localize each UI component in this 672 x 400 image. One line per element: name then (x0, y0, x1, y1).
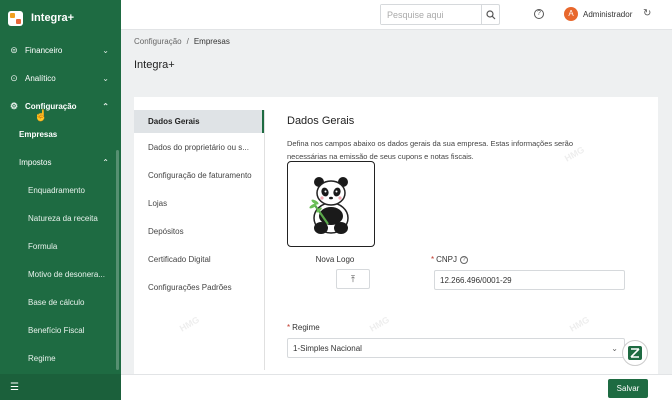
search-icon (485, 9, 495, 19)
breadcrumb: Configuração / Empresas (134, 37, 230, 46)
dollar-circle-icon: ⊜ (10, 44, 18, 55)
search-input[interactable] (381, 5, 481, 24)
regime-label-text: Regime (292, 323, 320, 332)
floating-assistant-button[interactable] (622, 340, 648, 366)
sidebar: Integra+ ⊜ Financeiro ⌄ ⊙ Analítico ⌄ ⚙ … (0, 0, 121, 400)
tab-configuracoes-padroes[interactable]: Configurações Padrões (134, 273, 264, 301)
cnpj-label-text: CNPJ (436, 255, 458, 264)
info-icon[interactable]: ? (460, 255, 469, 264)
chevron-up-icon: ⌃ (102, 101, 109, 111)
panda-logo-icon (309, 177, 349, 234)
tab-dados-proprietario[interactable]: Dados do proprietário ou s... (134, 133, 264, 161)
menu-collapse-button[interactable]: ☰ (0, 374, 121, 400)
tab-certificado-digital[interactable]: Certificado Digital (134, 245, 264, 273)
help-icon[interactable]: ? (534, 9, 544, 19)
panel-title: Dados Gerais (287, 115, 355, 127)
breadcrumb-parent[interactable]: Configuração (134, 37, 182, 46)
app-name: Integra+ (31, 12, 75, 24)
regime-label: * Regime (287, 323, 320, 332)
company-card: Dados Gerais Dados do proprietário ou s.… (134, 97, 658, 377)
upload-logo-button[interactable]: ⤒ (336, 269, 370, 289)
sidebar-item-configuracao[interactable]: ⚙ Configuração ⌃ (0, 92, 121, 120)
chevron-down-icon: ⌄ (102, 45, 109, 55)
sidebar-scrollbar[interactable] (116, 150, 119, 370)
regime-select[interactable]: 1-Simples Nacional ⌄ (287, 338, 625, 358)
menu-collapse-icon: ☰ (10, 381, 19, 393)
sidebar-item-natureza-receita[interactable]: Natureza da receita (0, 204, 121, 232)
sidebar-item-label: Analítico (25, 73, 56, 83)
avatar[interactable]: A (564, 7, 578, 21)
sidebar-nav: ⊜ Financeiro ⌄ ⊙ Analítico ⌄ ⚙ Configura… (0, 36, 121, 372)
settings-tabs: Dados Gerais Dados do proprietário ou s.… (134, 110, 264, 301)
sidebar-item-enquadramento[interactable]: Enquadramento (0, 176, 121, 204)
sidebar-item-regime[interactable]: Regime (0, 344, 121, 372)
tab-divider (264, 110, 265, 370)
sidebar-item-label: Financeiro (25, 45, 63, 55)
user-name[interactable]: Administrador (583, 10, 632, 19)
assistant-icon (628, 346, 642, 360)
sidebar-item-analitico[interactable]: ⊙ Analítico ⌄ (0, 64, 121, 92)
hand-cursor-icon: ☝ (34, 110, 48, 122)
required-mark: * (287, 323, 291, 332)
regime-value: 1-Simples Nacional (293, 343, 362, 353)
tab-lojas[interactable]: Lojas (134, 189, 264, 217)
tab-configuracao-faturamento[interactable]: Configuração de faturamento (134, 161, 264, 189)
sidebar-item-impostos[interactable]: Impostos ⌃ (0, 148, 121, 176)
search-box (380, 4, 500, 25)
bottom-bar: Salvar (121, 374, 672, 400)
cnpj-field[interactable]: 12.266.496/0001-29 (434, 270, 625, 290)
sidebar-item-formula[interactable]: Formula (0, 232, 121, 260)
analytics-icon: ⊙ (10, 72, 18, 83)
tab-dados-gerais[interactable]: Dados Gerais (134, 110, 264, 133)
general-data-panel: Dados Gerais Defina nos campos abaixo os… (287, 115, 647, 163)
sidebar-item-label: Impostos (19, 157, 52, 167)
search-button[interactable] (481, 5, 499, 24)
breadcrumb-separator: / (186, 37, 189, 46)
page-title: Integra+ (134, 59, 175, 71)
panel-description: Defina nos campos abaixo os dados gerais… (287, 139, 573, 161)
cnpj-label: * CNPJ? (431, 255, 469, 264)
required-mark: * (431, 255, 435, 264)
chevron-up-icon: ⌃ (102, 157, 109, 167)
sidebar-item-financeiro[interactable]: ⊜ Financeiro ⌄ (0, 36, 121, 64)
chevron-down-icon: ⌄ (611, 343, 618, 353)
company-logo[interactable] (287, 161, 375, 247)
sidebar-item-motivo-desoneracao[interactable]: Motivo de desonera... (0, 260, 121, 288)
chevron-down-icon: ⌄ (102, 73, 109, 83)
upload-icon: ⤒ (351, 273, 355, 284)
breadcrumb-current: Empresas (193, 37, 230, 46)
save-button[interactable]: Salvar (608, 379, 648, 398)
brand[interactable]: Integra+ (0, 0, 121, 36)
sidebar-item-beneficio-fiscal[interactable]: Benefício Fiscal (0, 316, 121, 344)
sidebar-item-empresas[interactable]: Empresas (0, 120, 121, 148)
sidebar-item-label: Configuração (25, 101, 77, 111)
topbar: ? A Administrador ↻ (121, 0, 672, 30)
app-logo-icon (8, 10, 23, 26)
watermark: HMG (177, 314, 202, 334)
watermark: HMG (367, 314, 392, 334)
watermark: HMG (567, 314, 592, 334)
refresh-icon[interactable]: ↻ (643, 8, 651, 19)
logo-label: Nova Logo (315, 255, 355, 264)
tab-depositos[interactable]: Depósitos (134, 217, 264, 245)
sidebar-item-base-calculo[interactable]: Base de cálculo (0, 288, 121, 316)
gear-icon: ⚙ (9, 100, 19, 111)
